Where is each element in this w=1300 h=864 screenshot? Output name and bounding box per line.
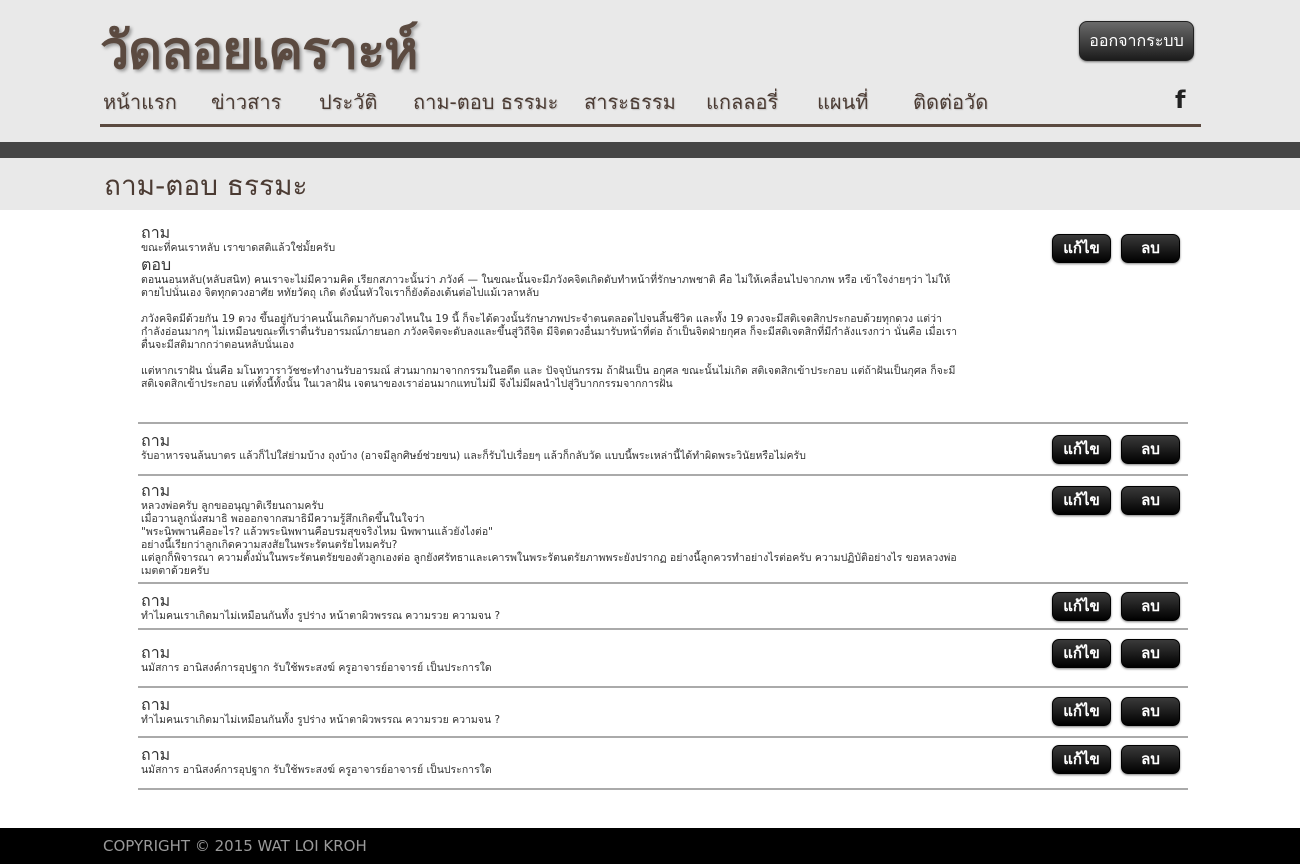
delete-button[interactable]: ลบ [1121,435,1180,464]
answer-paragraph: ภวังคจิตมีด้วยกัน 19 ดวง ขึ้นอยู่กับว่าค… [141,313,958,351]
qa-item: ถาม รับอาหารจนล้นบาตร แล้วก็ไปใส่ย่ามบ้า… [138,424,1188,476]
question-label: ถาม [141,223,171,242]
facebook-icon[interactable]: f [1175,86,1185,114]
edit-button[interactable]: แก้ไข [1052,745,1111,774]
question-label: ถาม [141,643,171,662]
answer-label: ตอบ [141,255,172,274]
question-text: ทำไมคนเราเกิดมาไม่เหมือนกันทั้ง รูปร่าง … [141,714,501,726]
qa-item: ถาม นมัสการ อานิสงค์การอุปฐาก รับใช้พระส… [138,630,1188,688]
question-text: ทำไมคนเราเกิดมาไม่เหมือนกันทั้ง รูปร่าง … [141,610,501,622]
nav-item-dhamma-qa[interactable]: ถาม-ตอบ ธรรมะ [413,86,558,118]
dark-divider-band [0,142,1300,158]
nav-item-gallery[interactable]: แกลลอรี่ [706,86,778,118]
question-text: หลวงพ่อครับ ลูกขออนุญาติเรียนถามครับ เมื… [141,500,957,577]
question-text: ขณะที่คนเราหลับ เราขาดสติแล้วใช่มั้ยครับ [141,242,336,254]
nav-divider [100,124,1201,127]
qa-item: ถาม ทำไมคนเราเกิดมาไม่เหมือนกันทั้ง รูปร… [138,688,1188,738]
answer-paragraph: ตอนนอนหลับ(หลับสนิท) คนเราจะไม่มีความคิด… [141,274,951,299]
page-title: ถาม-ตอบ ธรรมะ [104,169,308,202]
question-text: นมัสการ อานิสงค์การอุปฐาก รับใช้พระสงฆ์ … [141,662,492,674]
question-label: ถาม [141,431,171,450]
delete-button[interactable]: ลบ [1121,697,1180,726]
question-label: ถาม [141,695,171,714]
delete-button[interactable]: ลบ [1121,486,1180,515]
qa-list: ถาม ขณะที่คนเราหลับ เราขาดสติแล้วใช่มั้ย… [138,212,1188,790]
question-text: รับอาหารจนล้นบาตร แล้วก็ไปใส่ย่ามบ้าง ถุ… [141,450,806,462]
nav-item-home[interactable]: หน้าแรก [103,86,177,118]
nav-item-history[interactable]: ประวัติ [319,86,377,118]
edit-button[interactable]: แก้ไข [1052,592,1111,621]
nav-item-map[interactable]: แผนที่ [817,86,868,118]
nav-item-contact[interactable]: ติดต่อวัด [913,86,988,118]
nav-item-news[interactable]: ข่าวสาร [211,86,281,118]
edit-button[interactable]: แก้ไข [1052,697,1111,726]
footer-copyright: COPYRIGHT © 2015 WAT LOI KROH [103,837,367,855]
edit-button[interactable]: แก้ไข [1052,639,1111,668]
nav-item-dhamma-essence[interactable]: สาระธรรม [584,86,676,118]
delete-button[interactable]: ลบ [1121,745,1180,774]
question-label: ถาม [141,745,171,764]
qa-item: ถาม ทำไมคนเราเกิดมาไม่เหมือนกันทั้ง รูปร… [138,584,1188,630]
delete-button[interactable]: ลบ [1121,639,1180,668]
site-logo[interactable]: วัดลอยเคราะห์ [100,8,418,91]
edit-button[interactable]: แก้ไข [1052,234,1111,263]
qa-item: ถาม นมัสการ อานิสงค์การอุปฐาก รับใช้พระส… [138,738,1188,790]
logout-button[interactable]: ออกจากระบบ [1079,21,1194,61]
delete-button[interactable]: ลบ [1121,592,1180,621]
qa-item: ถาม ขณะที่คนเราหลับ เราขาดสติแล้วใช่มั้ย… [138,212,1188,424]
delete-button[interactable]: ลบ [1121,234,1180,263]
qa-item: ถาม หลวงพ่อครับ ลูกขออนุญาติเรียนถามครับ… [138,476,1188,584]
edit-button[interactable]: แก้ไข [1052,486,1111,515]
question-label: ถาม [141,481,171,500]
answer-paragraph: แต่หากเราฝัน นั่นคือ มโนทวาราวัชชะทำงานร… [141,365,956,390]
edit-button[interactable]: แก้ไข [1052,435,1111,464]
question-text: นมัสการ อานิสงค์การอุปฐาก รับใช้พระสงฆ์ … [141,764,492,776]
question-label: ถาม [141,591,171,610]
